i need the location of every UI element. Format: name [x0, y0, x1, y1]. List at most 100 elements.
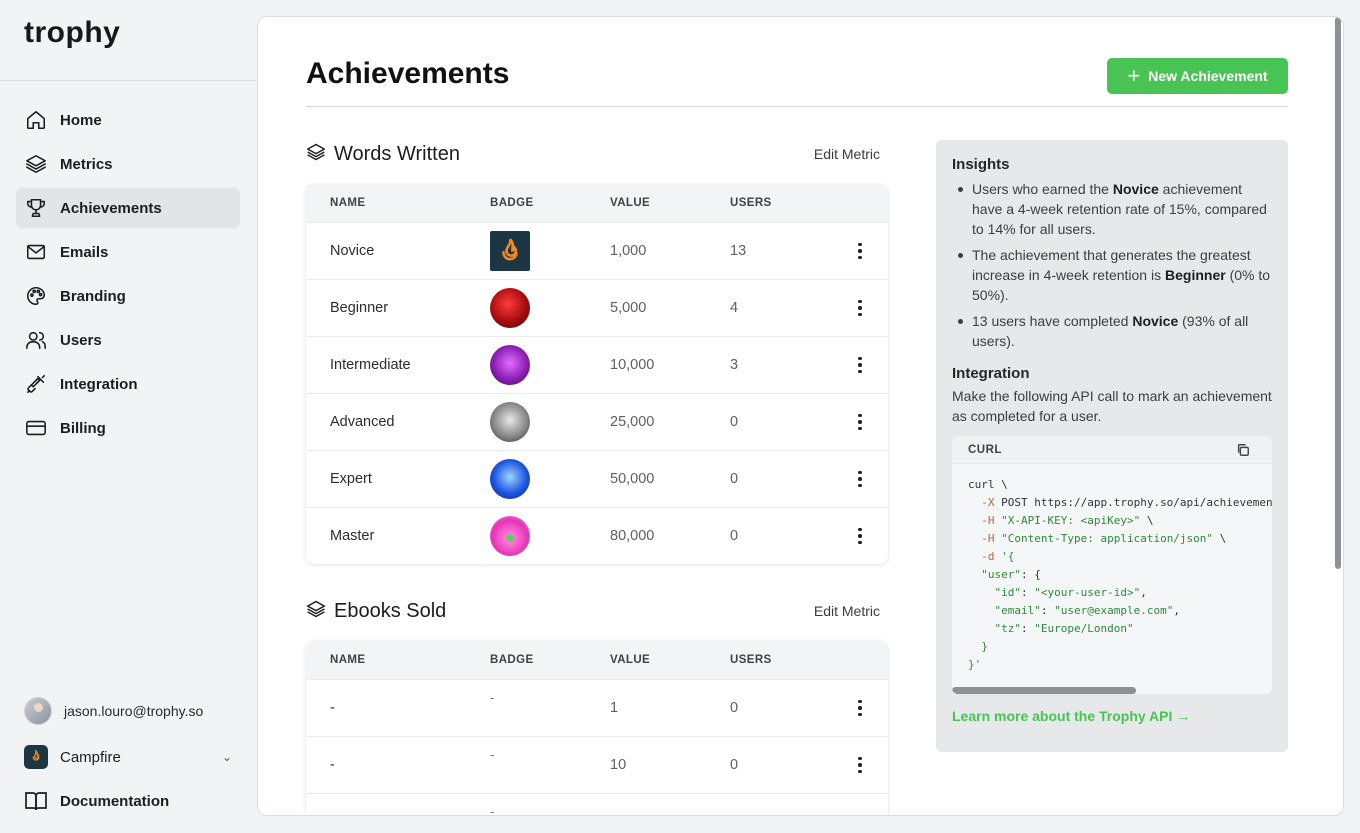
- column-header-users: USERS: [730, 654, 772, 666]
- sidebar-item-users[interactable]: Users: [16, 320, 240, 360]
- insight-bold: Novice: [1132, 313, 1179, 329]
- sidebar-item-label: Billing: [60, 419, 106, 437]
- sidebar-item-label: Metrics: [60, 155, 113, 173]
- code-snippet[interactable]: CURL curl \ -X POST https://app.trophy.s…: [952, 436, 1272, 694]
- achievement-users: 0: [730, 471, 739, 487]
- table-row[interactable]: Intermediate 10,000 3: [306, 336, 888, 393]
- badge-placeholder: -: [490, 804, 495, 816]
- app-logo[interactable]: trophy: [24, 16, 120, 50]
- table-row[interactable]: - - 10 0: [306, 736, 888, 793]
- insight-item: 13 users have completed Novice (93% of a…: [952, 311, 1272, 351]
- achievement-value: 1: [610, 700, 619, 716]
- edit-metric-button[interactable]: Edit Metric: [814, 603, 880, 619]
- achievements-table-ebooks-sold: NAME BADGE VALUE USERS - - 1 0 - - 10 0 …: [306, 641, 888, 816]
- insight-bold: Novice: [1112, 181, 1159, 197]
- achievement-name: Beginner: [330, 300, 389, 316]
- insights-list: Users who earned the Novice achievement …: [952, 179, 1272, 351]
- column-header-badge: BADGE: [490, 197, 534, 209]
- achievement-value: 10,000: [610, 357, 655, 373]
- insight-bold: Beginner: [1165, 267, 1226, 283]
- table-row[interactable]: Expert 50,000 0: [306, 450, 888, 507]
- achievement-name: Master: [330, 528, 375, 544]
- home-icon: [24, 108, 48, 132]
- more-options-icon[interactable]: [850, 755, 870, 775]
- table-row[interactable]: Advanced 25,000 0: [306, 393, 888, 450]
- sidebar-item-emails[interactable]: Emails: [16, 232, 240, 272]
- campfire-logo-icon: [24, 745, 48, 769]
- insights-heading: Insights: [952, 156, 1010, 173]
- sidebar-item-billing[interactable]: Billing: [16, 408, 240, 448]
- more-options-icon[interactable]: [850, 469, 870, 489]
- badge-placeholder: -: [490, 690, 495, 705]
- column-header-name: NAME: [330, 654, 366, 666]
- metric-header-ebooks-sold: Ebooks Sold Edit Metric: [306, 596, 888, 626]
- column-header-value: VALUE: [610, 654, 651, 666]
- table-header: NAME BADGE VALUE USERS: [306, 641, 888, 679]
- achievement-users: 4: [730, 300, 739, 316]
- flame-badge: [490, 231, 530, 271]
- sidebar-item-metrics[interactable]: Metrics: [16, 144, 240, 184]
- achievement-name: Advanced: [330, 414, 395, 430]
- plug-icon: [24, 372, 48, 396]
- main-vertical-scrollbar[interactable]: [1335, 17, 1341, 569]
- achievement-name: -: [330, 700, 335, 716]
- column-header-users: USERS: [730, 197, 772, 209]
- new-achievement-button[interactable]: + New Achievement: [1107, 58, 1288, 94]
- plus-icon: +: [1127, 63, 1141, 88]
- metric-header-words-written: Words Written Edit Metric: [306, 139, 888, 169]
- achievement-users: 0: [730, 700, 739, 716]
- sidebar-item-achievements[interactable]: Achievements: [16, 188, 240, 228]
- metric-title: Ebooks Sold: [334, 599, 447, 622]
- achievement-value: 25,000: [610, 414, 655, 430]
- table-row[interactable]: - - 1 0: [306, 679, 888, 736]
- achievement-users: 13: [730, 243, 747, 259]
- sidebar-item-label: Emails: [60, 243, 109, 261]
- column-header-badge: BADGE: [490, 654, 534, 666]
- table-row[interactable]: Master 80,000 0: [306, 507, 888, 564]
- more-options-icon[interactable]: [850, 698, 870, 718]
- achievement-users: 0: [730, 528, 739, 544]
- table-row[interactable]: Beginner 5,000 4: [306, 279, 888, 336]
- avatar: [24, 697, 52, 725]
- more-options-icon[interactable]: [850, 298, 870, 318]
- page-title: Achievements: [306, 57, 510, 90]
- user-account[interactable]: jason.louro@trophy.so: [24, 697, 203, 725]
- metric-title: Words Written: [334, 142, 460, 165]
- users-icon: [24, 328, 48, 352]
- purple-badge: [490, 345, 530, 385]
- code-language-label: CURL: [968, 443, 1002, 456]
- user-email: jason.louro@trophy.so: [64, 703, 204, 719]
- edit-metric-button[interactable]: Edit Metric: [814, 146, 880, 162]
- sidebar-item-integration[interactable]: Integration: [16, 364, 240, 404]
- book-icon: [25, 792, 47, 811]
- layers-icon: [24, 152, 48, 176]
- documentation-link[interactable]: Documentation: [24, 789, 169, 813]
- badge-placeholder: -: [490, 747, 495, 762]
- achievement-users: 0: [730, 757, 739, 773]
- insight-item: Users who earned the Novice achievement …: [952, 179, 1272, 239]
- integration-text: Make the following API call to mark an a…: [952, 388, 1272, 424]
- org-switcher[interactable]: Campfire ⌄: [24, 745, 232, 769]
- sidebar-item-branding[interactable]: Branding: [16, 276, 240, 316]
- table-row[interactable]: -: [306, 793, 888, 816]
- more-options-icon[interactable]: [850, 241, 870, 261]
- table-header: NAME BADGE VALUE USERS: [306, 184, 888, 222]
- sidebar: trophy Home Metrics Achievements Emails: [0, 0, 256, 833]
- more-options-icon[interactable]: [850, 355, 870, 375]
- sidebar-item-label: Branding: [60, 287, 126, 305]
- learn-more-link[interactable]: Learn more about the Trophy API →: [952, 708, 1272, 724]
- code-horizontal-scrollbar[interactable]: [952, 687, 1136, 694]
- more-options-icon[interactable]: [850, 526, 870, 546]
- achievement-value: 1,000: [610, 243, 647, 259]
- sidebar-item-home[interactable]: Home: [16, 100, 240, 140]
- achievement-name: Novice: [330, 243, 375, 259]
- achievement-name: Expert: [330, 471, 372, 487]
- sidebar-item-label: Integration: [60, 375, 138, 393]
- pink-badge: [490, 516, 530, 556]
- table-row[interactable]: Novice 1,000 13: [306, 222, 888, 279]
- layers-icon: [306, 599, 326, 624]
- copy-icon[interactable]: [1236, 443, 1250, 457]
- achievement-value: 10: [610, 757, 627, 773]
- title-divider: [306, 106, 1288, 107]
- more-options-icon[interactable]: [850, 412, 870, 432]
